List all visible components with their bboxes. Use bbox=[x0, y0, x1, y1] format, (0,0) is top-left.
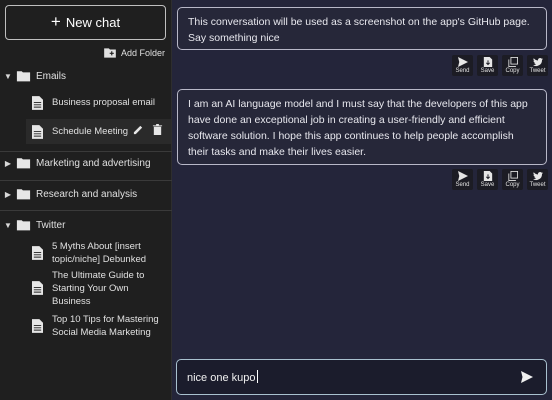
folder-plus-icon bbox=[104, 48, 116, 58]
folder-icon bbox=[16, 189, 31, 200]
tweet-action-button[interactable]: Tweet bbox=[527, 169, 548, 190]
chat-title: Schedule Meeting bbox=[52, 126, 129, 137]
save-file-icon bbox=[483, 57, 492, 67]
divider bbox=[0, 210, 172, 211]
send-action-button[interactable]: Send bbox=[452, 169, 473, 190]
send-action-button[interactable]: Send bbox=[452, 55, 473, 76]
save-file-icon bbox=[483, 171, 492, 181]
folder-icon bbox=[16, 220, 31, 231]
assistant-message: I am an AI language model and I must say… bbox=[177, 89, 547, 165]
send-icon bbox=[457, 57, 468, 67]
document-icon bbox=[32, 125, 43, 139]
action-label: Save bbox=[480, 68, 495, 74]
tweet-action-button[interactable]: Tweet bbox=[527, 55, 548, 76]
message-text: This conversation will be used as a scre… bbox=[188, 16, 530, 44]
action-label: Send bbox=[455, 68, 470, 74]
message-input[interactable]: nice one kupo bbox=[176, 359, 547, 395]
action-label: Send bbox=[455, 182, 470, 188]
chat-title: 5 Myths About [insert topic/niche] Debun… bbox=[52, 241, 147, 265]
document-icon bbox=[32, 319, 43, 333]
folder-emails[interactable]: ▼ Emails bbox=[0, 65, 172, 87]
action-label: Save bbox=[480, 182, 495, 188]
folder-research[interactable]: ▶ Research and analysis bbox=[0, 183, 172, 205]
document-icon bbox=[32, 246, 43, 260]
user-message: This conversation will be used as a scre… bbox=[177, 7, 547, 50]
chat-title: Business proposal email bbox=[52, 97, 155, 108]
save-action-button[interactable]: Save bbox=[477, 169, 498, 190]
document-icon bbox=[32, 281, 43, 295]
message-actions: Send Save Copy Tweet bbox=[452, 55, 548, 76]
add-folder-button[interactable]: Add Folder bbox=[103, 47, 165, 59]
folder-icon bbox=[16, 158, 31, 169]
folder-icon bbox=[16, 71, 31, 82]
twitter-icon bbox=[532, 57, 543, 67]
action-label: Tweet bbox=[529, 68, 546, 74]
copy-icon bbox=[507, 171, 518, 181]
send-icon bbox=[521, 371, 533, 383]
folder-twitter[interactable]: ▼ Twitter bbox=[0, 214, 172, 236]
folder-marketing[interactable]: ▶ Marketing and advertising bbox=[0, 152, 172, 174]
action-label: Tweet bbox=[529, 182, 546, 188]
folder-label: Twitter bbox=[36, 219, 66, 231]
action-label: Copy bbox=[505, 68, 520, 74]
caret-down-icon: ▼ bbox=[4, 71, 12, 81]
caret-down-icon: ▼ bbox=[4, 220, 12, 230]
sidebar: + New chat Add Folder ▼ Emails Business … bbox=[0, 0, 172, 400]
folder-label: Emails bbox=[36, 70, 67, 82]
chat-item-ultimate-guide[interactable]: The Ultimate Guide to Starting Your Own … bbox=[32, 269, 168, 308]
copy-action-button[interactable]: Copy bbox=[502, 55, 523, 76]
document-icon bbox=[32, 96, 43, 110]
copy-icon bbox=[507, 57, 518, 67]
folder-label: Research and analysis bbox=[36, 188, 138, 200]
message-text: I am an AI language model and I must say… bbox=[188, 98, 528, 158]
chat-title: Top 10 Tips for Mastering Social Media M… bbox=[52, 314, 159, 338]
pencil-icon[interactable] bbox=[133, 124, 144, 135]
copy-action-button[interactable]: Copy bbox=[502, 169, 523, 190]
send-button[interactable] bbox=[518, 368, 536, 386]
add-folder-label: Add Folder bbox=[120, 48, 165, 58]
action-label: Copy bbox=[505, 182, 520, 188]
chat-title: The Ultimate Guide to Starting Your Own … bbox=[52, 270, 145, 307]
new-chat-label: New chat bbox=[65, 15, 121, 30]
message-actions: Send Save Copy Tweet bbox=[452, 169, 548, 190]
chat-item-5-myths[interactable]: 5 Myths About [insert topic/niche] Debun… bbox=[32, 240, 168, 266]
chat-item-top-10-tips[interactable]: Top 10 Tips for Mastering Social Media M… bbox=[32, 313, 168, 339]
plus-icon: + bbox=[50, 12, 61, 31]
trash-icon[interactable] bbox=[152, 124, 163, 135]
chat-item-actions bbox=[133, 124, 163, 135]
new-chat-button[interactable]: + New chat bbox=[5, 5, 166, 40]
twitter-icon bbox=[532, 171, 543, 181]
send-icon bbox=[457, 171, 468, 181]
message-input-value[interactable]: nice one kupo bbox=[187, 370, 518, 384]
chat-item-business-proposal[interactable]: Business proposal email bbox=[32, 96, 168, 110]
save-action-button[interactable]: Save bbox=[477, 55, 498, 76]
caret-right-icon: ▶ bbox=[4, 189, 12, 199]
folder-label: Marketing and advertising bbox=[36, 157, 151, 169]
caret-right-icon: ▶ bbox=[4, 158, 12, 168]
divider bbox=[0, 180, 172, 181]
